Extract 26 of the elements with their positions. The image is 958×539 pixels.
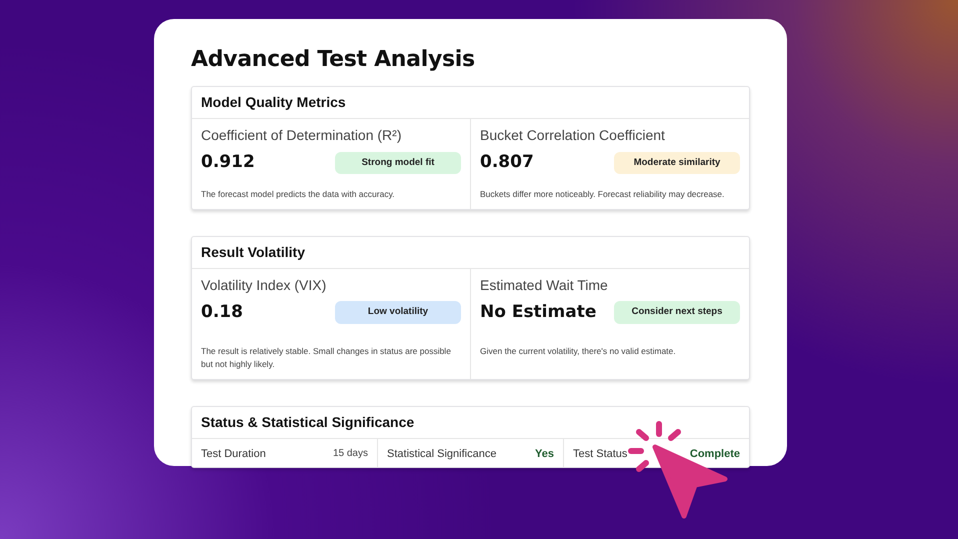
metric-label: Coefficient of Determination (R²) — [201, 126, 402, 146]
metric-note: The forecast model predicts the data with accuracy. — [201, 188, 396, 201]
metric-label: Volatility Index (VIX) — [201, 276, 328, 295]
metric-note: Buckets differ more noticeably. Forecast reliability may decrease. — [480, 188, 726, 201]
metric-note: The result is relatively stable. Small changes in status are possible but not highly likely. — [201, 345, 452, 371]
stat-value: 15 days — [332, 447, 368, 462]
metric-value: 0.807 — [480, 151, 534, 174]
panel-title: Status & Statistical Significance — [192, 406, 749, 439]
metric-note: Given the current volatility, there's no valid estimate. — [480, 345, 677, 358]
metric-label: Bucket Correlation Coefficient — [480, 126, 666, 146]
stat-label: Test Status — [573, 446, 628, 462]
page-title: Advanced Test Analysis — [191, 47, 476, 74]
status-badge: Low volatility — [335, 301, 461, 324]
metric-value: 0.912 — [201, 151, 255, 174]
stat-value: Complete — [690, 446, 740, 462]
status-badge: Strong model fit — [335, 152, 461, 174]
status-badge: Moderate similarity — [614, 152, 740, 174]
stat-value: Yes — [535, 446, 554, 462]
panel-title: Result Volatility — [192, 236, 749, 269]
stat-label: Test Duration — [201, 446, 266, 462]
status-badge: Consider next steps — [614, 301, 740, 324]
metric-label: Estimated Wait Time — [480, 276, 609, 295]
stat-label: Statistical Significance — [387, 446, 496, 462]
panel-title: Model Quality Metrics — [192, 87, 749, 120]
metric-value: 0.18 — [201, 300, 243, 324]
metric-value: No Estimate — [480, 300, 596, 324]
